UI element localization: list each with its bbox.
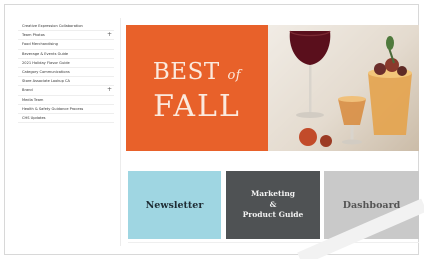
sidebar-item-label: Beverage & Events Guide: [22, 51, 69, 56]
sidebar-item-label: Team Photos: [22, 33, 45, 38]
sidebar-item-label: Health & Safety Guidance Process: [22, 106, 84, 111]
sidebar-item-food-merchandising[interactable]: Food Merchandising: [18, 40, 114, 50]
hero-title-fall: FALL: [153, 89, 241, 124]
expand-plus-icon[interactable]: +: [107, 32, 114, 38]
newsletter-tile-label: Newsletter: [145, 199, 204, 211]
sidebar-item-label: Brand: [22, 88, 33, 93]
sidebar-item-health-safety[interactable]: Health & Safety Guidance Process: [18, 105, 114, 114]
sidebar-item-label: Food Merchandising: [22, 42, 58, 47]
sidebar-item-label: CHS Updates: [22, 115, 46, 120]
hero-title-panel: BEST of FALL: [126, 25, 268, 151]
sidebar-item-creative-expression[interactable]: Creative Expression Collaboration: [18, 22, 114, 32]
dashboard-tile-label: Dashboard: [342, 199, 401, 211]
hero-title-best: BEST of: [126, 59, 268, 85]
sidebar-item-label: Category Communications: [22, 70, 70, 75]
hero-drinks-photo: [268, 25, 419, 151]
sidebar-item-holiday-flavor-guide[interactable]: 2021 Holiday Flavor Guide: [18, 59, 114, 68]
sidebar-item-label: Creative Expression Collaboration: [22, 24, 83, 29]
marketing-product-guide-tile[interactable]: Marketing & Product Guide: [226, 171, 320, 239]
sidebar-item-store-associate-lookup[interactable]: Store Associate Lookup CA: [18, 77, 114, 87]
sidebar-item-label: Store Associate Lookup CA: [22, 79, 70, 84]
marketing-tile-label: Marketing & Product Guide: [242, 188, 304, 220]
hero-banner[interactable]: BEST of FALL: [126, 25, 419, 151]
sidebar-item-category-communications[interactable]: Category Communications: [18, 68, 114, 78]
expand-plus-icon[interactable]: +: [107, 87, 114, 93]
sidebar-item-team-photos[interactable]: Team Photos +: [18, 31, 114, 41]
dashboard-tile[interactable]: Dashboard: [324, 171, 419, 239]
drinks-illustration: [289, 30, 412, 147]
sidebar-divider: [120, 18, 121, 246]
sidebar-item-label: 2021 Holiday Flavor Guide: [22, 60, 70, 65]
sidebar-item-brand[interactable]: Brand +: [18, 86, 114, 96]
sidebar-item-chs-updates[interactable]: CHS Updates: [18, 114, 114, 124]
hero-of-text: of: [227, 68, 242, 83]
newsletter-tile[interactable]: Newsletter: [128, 171, 221, 239]
sidebar-item-media-team[interactable]: Media Team: [18, 96, 114, 105]
content-divider: [128, 242, 419, 243]
sidebar-item-beverage-events[interactable]: Beverage & Events Guide: [18, 50, 114, 59]
hero-best-text: BEST: [152, 59, 220, 85]
sidebar-nav: Creative Expression Collaboration Team P…: [18, 22, 114, 124]
sidebar-item-label: Media Team: [22, 97, 44, 102]
